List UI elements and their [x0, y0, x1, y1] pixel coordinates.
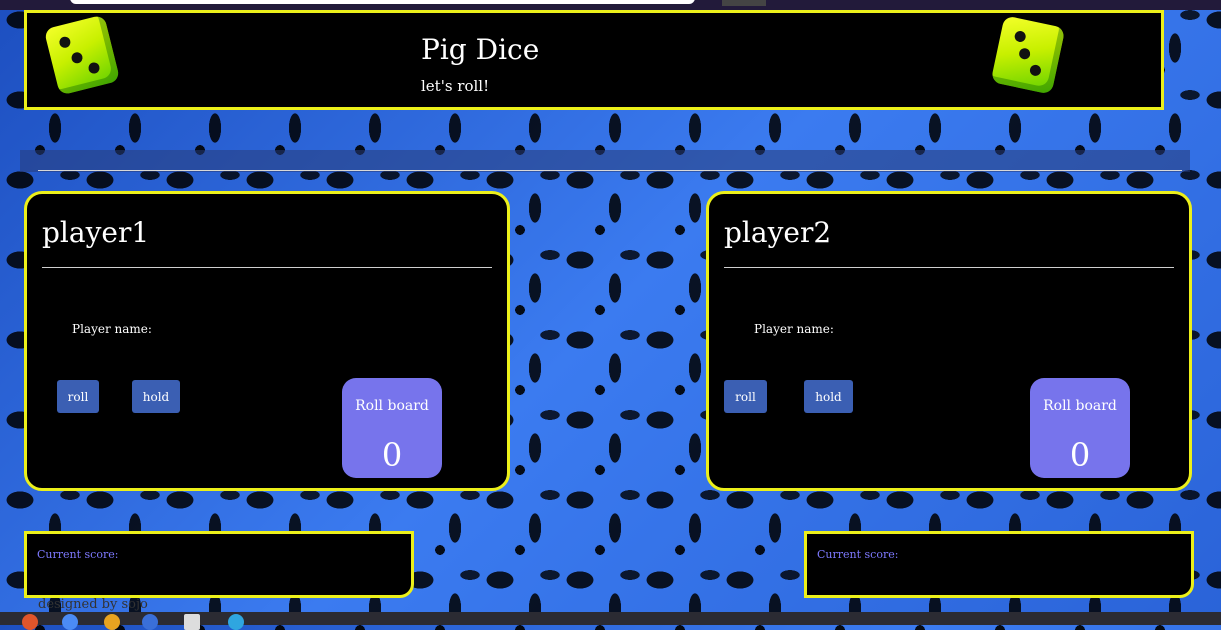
panel-rule — [42, 267, 492, 268]
player2-panel: player2 Player name: roll hold Roll boar… — [706, 191, 1192, 491]
app-icon[interactable] — [104, 614, 120, 630]
address-bar[interactable] — [70, 0, 695, 4]
player1-panel: player1 Player name: roll hold Roll boar… — [24, 191, 510, 491]
app-icon[interactable] — [22, 614, 38, 630]
os-taskbar — [0, 612, 1221, 630]
player-name-label: Player name: — [72, 322, 152, 336]
page-header: Pig Dice let's roll! — [24, 10, 1164, 110]
roll-button[interactable]: roll — [724, 380, 767, 413]
player-title: player2 — [724, 216, 832, 249]
hold-button[interactable]: hold — [132, 380, 180, 413]
panel-rule — [724, 267, 1174, 268]
app-icon[interactable] — [142, 614, 158, 630]
toolbar-widget — [722, 0, 766, 6]
roll-button[interactable]: roll — [57, 380, 99, 413]
dice-icon — [990, 15, 1066, 95]
roll-board-value: 0 — [381, 436, 403, 474]
player-title: player1 — [42, 216, 150, 249]
dice-icon — [43, 14, 121, 96]
roll-board-label: Roll board — [355, 398, 429, 414]
current-score-label: Current score: — [817, 548, 899, 561]
player1-current-score: Current score: — [24, 531, 414, 598]
player2-current-score: Current score: — [804, 531, 1194, 598]
roll-board-value: 0 — [1069, 436, 1091, 474]
app-icon[interactable] — [228, 614, 244, 630]
divider-line — [38, 170, 1182, 171]
page-subtitle: let's roll! — [421, 77, 490, 95]
roll-board: Roll board 0 — [342, 378, 442, 478]
browser-top-strip — [0, 0, 1221, 10]
page-title: Pig Dice — [421, 33, 540, 66]
roll-board-label: Roll board — [1043, 398, 1117, 414]
player-name-label: Player name: — [754, 322, 834, 336]
hold-button[interactable]: hold — [804, 380, 853, 413]
window-icon[interactable] — [184, 614, 200, 630]
browser-icon[interactable] — [62, 614, 78, 630]
footer-credit: designed by sojo — [38, 597, 148, 612]
roll-board: Roll board 0 — [1030, 378, 1130, 478]
section-divider — [20, 150, 1190, 172]
current-score-label: Current score: — [37, 548, 119, 561]
